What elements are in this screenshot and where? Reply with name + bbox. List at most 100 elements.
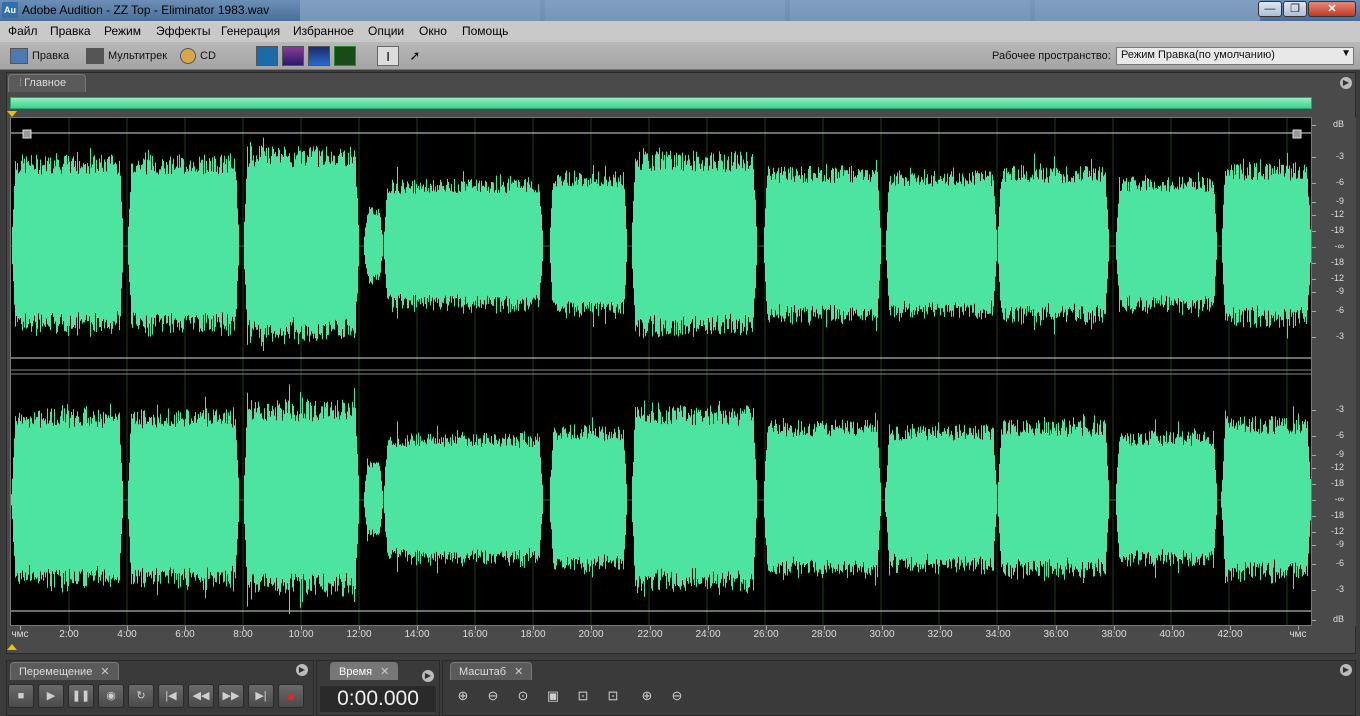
cd-view-label: CD	[200, 50, 216, 62]
zoom-in-center-icon[interactable]: ⊕	[450, 684, 476, 708]
time-label: 4:00	[117, 629, 137, 640]
zoom-out-full-icon[interactable]: ⊙	[510, 684, 536, 708]
time-label: 28:00	[811, 629, 837, 640]
db-tick	[1312, 183, 1316, 184]
fast-forward-icon[interactable]: ▶▶	[218, 684, 244, 708]
zoom-left-icon[interactable]: ⊡	[570, 684, 596, 708]
waveform-canvas[interactable]	[11, 118, 1311, 625]
time-label: 36:00	[1043, 629, 1069, 640]
panel-menu-icon[interactable]: ▶	[422, 670, 434, 682]
tab-transport[interactable]: Перемещение ✕	[10, 662, 119, 680]
time-ruler[interactable]: чмс 2:00 4:00 6:00 8:00 10:00 12:00 14:00 16:00 1…	[10, 626, 1312, 644]
db-label: -9	[1335, 449, 1344, 459]
fade-handle[interactable]	[1292, 129, 1302, 139]
db-tick	[1312, 468, 1316, 469]
db-tick	[1312, 545, 1316, 546]
tab-transport-label: Перемещение	[19, 666, 93, 678]
cd-icon	[180, 48, 196, 65]
cd-view-button[interactable]: CD	[180, 46, 216, 66]
db-label: -18	[1330, 225, 1344, 235]
time-label: чмс	[11, 629, 29, 640]
db-tick	[1312, 516, 1316, 517]
audition-app-icon[interactable]: Au	[2, 2, 18, 18]
menu-help[interactable]: Помощь	[462, 24, 508, 38]
db-label: -∞	[1334, 494, 1344, 504]
db-tick	[1312, 455, 1316, 456]
phase-view-icon[interactable]	[334, 46, 356, 66]
rewind-icon[interactable]: ◀◀	[188, 684, 214, 708]
close-icon[interactable]: ✕	[380, 666, 389, 678]
close-icon[interactable]: ✕	[514, 666, 523, 678]
multitrack-view-icon	[86, 48, 104, 65]
menu-file[interactable]: Файл	[8, 24, 38, 38]
db-label: dB	[1332, 614, 1344, 624]
playhead-bottom-marker[interactable]	[7, 644, 17, 650]
db-label: -18	[1330, 257, 1344, 267]
db-label: -18	[1330, 510, 1344, 520]
waveform-channel[interactable]	[11, 384, 1311, 615]
zoom-out-center-icon[interactable]: ⊖	[480, 684, 506, 708]
window-title: Adobe Audition - ZZ Top - Eliminator 198…	[22, 3, 270, 17]
pause-icon[interactable]: ❚❚	[68, 684, 94, 708]
panel-menu-icon[interactable]: ▶	[1340, 664, 1352, 676]
db-label: -6	[1335, 177, 1344, 187]
loop-icon[interactable]: ↻	[128, 684, 154, 708]
go-to-end-icon[interactable]: ▶|	[248, 684, 274, 708]
close-button[interactable]: ✕	[1308, 1, 1356, 17]
close-icon[interactable]: ✕	[100, 666, 109, 678]
time-label: 32:00	[927, 629, 953, 640]
db-tick	[1312, 247, 1316, 248]
tab-zoom[interactable]: Масштаб ✕	[450, 662, 533, 680]
spectral-frequency-icon[interactable]	[282, 46, 304, 66]
background-taskbar-tabs	[300, 0, 1260, 21]
db-tick	[1312, 532, 1316, 533]
time-label: 12:00	[346, 629, 372, 640]
multitrack-view-button[interactable]: Мультитрек	[86, 46, 167, 66]
menu-mode[interactable]: Режим	[104, 24, 141, 38]
spectral-pan-icon[interactable]	[308, 46, 330, 66]
play-from-cursor-icon[interactable]: ◉	[98, 684, 124, 708]
db-tick	[1312, 484, 1316, 485]
go-to-start-icon[interactable]: |◀	[158, 684, 184, 708]
play-icon[interactable]: ▶	[38, 684, 64, 708]
db-label: -12	[1330, 273, 1344, 283]
multitrack-view-label: Мультитрек	[108, 50, 168, 62]
panel-menu-icon[interactable]: ▶	[1340, 77, 1352, 89]
menu-options[interactable]: Опции	[368, 24, 404, 38]
workspace-select[interactable]: Режим Правка(по умолчанию) ▼	[1116, 47, 1354, 65]
zoom-right-icon[interactable]: ⊡	[600, 684, 626, 708]
time-selection-icon[interactable]: I	[377, 46, 399, 66]
overview-scrollbar[interactable]	[10, 97, 1312, 109]
menu-effects[interactable]: Эффекты	[156, 24, 211, 38]
panel-menu-icon[interactable]: ▶	[296, 664, 308, 676]
time-label: 22:00	[637, 629, 663, 640]
menu-favorites[interactable]: Избранное	[293, 24, 354, 38]
record-icon[interactable]: ●	[278, 684, 304, 708]
tab-time-label: Время	[339, 666, 373, 678]
time-label: 30:00	[869, 629, 895, 640]
db-label: -∞	[1334, 241, 1344, 251]
waveform-channel[interactable]	[12, 137, 1311, 351]
fade-handle[interactable]	[22, 129, 32, 139]
db-tick	[1312, 500, 1316, 501]
tab-main[interactable]: ⁞ Главное	[8, 74, 86, 92]
menu-window[interactable]: Окно	[419, 24, 447, 38]
menu-generate[interactable]: Генерация	[221, 24, 280, 38]
menu-bar: Файл Правка Режим Эффекты Генерация Избр…	[0, 21, 1360, 42]
edit-view-button[interactable]: Правка	[10, 46, 69, 66]
db-ruler: dB -3 -6 -9 -12 -18 -∞ -18 -12 -9 -6 -3 -3 -6 -9 -12 -18…	[1312, 117, 1356, 626]
db-tick	[1312, 564, 1316, 565]
tab-time[interactable]: Время ✕	[330, 662, 399, 680]
waveform-display[interactable]	[10, 117, 1312, 626]
zoom-out-vertical-icon[interactable]: ⊖	[664, 684, 690, 708]
hybrid-tool-icon[interactable]: ➚	[404, 46, 426, 66]
zoom-in-vertical-icon[interactable]: ⊕	[634, 684, 660, 708]
zoom-selection-icon[interactable]: ▣	[540, 684, 566, 708]
menu-edit[interactable]: Правка	[50, 24, 91, 38]
db-tick	[1312, 202, 1316, 203]
title-bar: Au Adobe Audition - ZZ Top - Eliminator …	[0, 0, 1360, 21]
stop-icon[interactable]: ■	[8, 684, 34, 708]
minimize-button[interactable]: —	[1258, 1, 1282, 17]
maximize-button[interactable]: ❐	[1283, 1, 1307, 17]
waveform-view-icon[interactable]	[256, 46, 278, 66]
